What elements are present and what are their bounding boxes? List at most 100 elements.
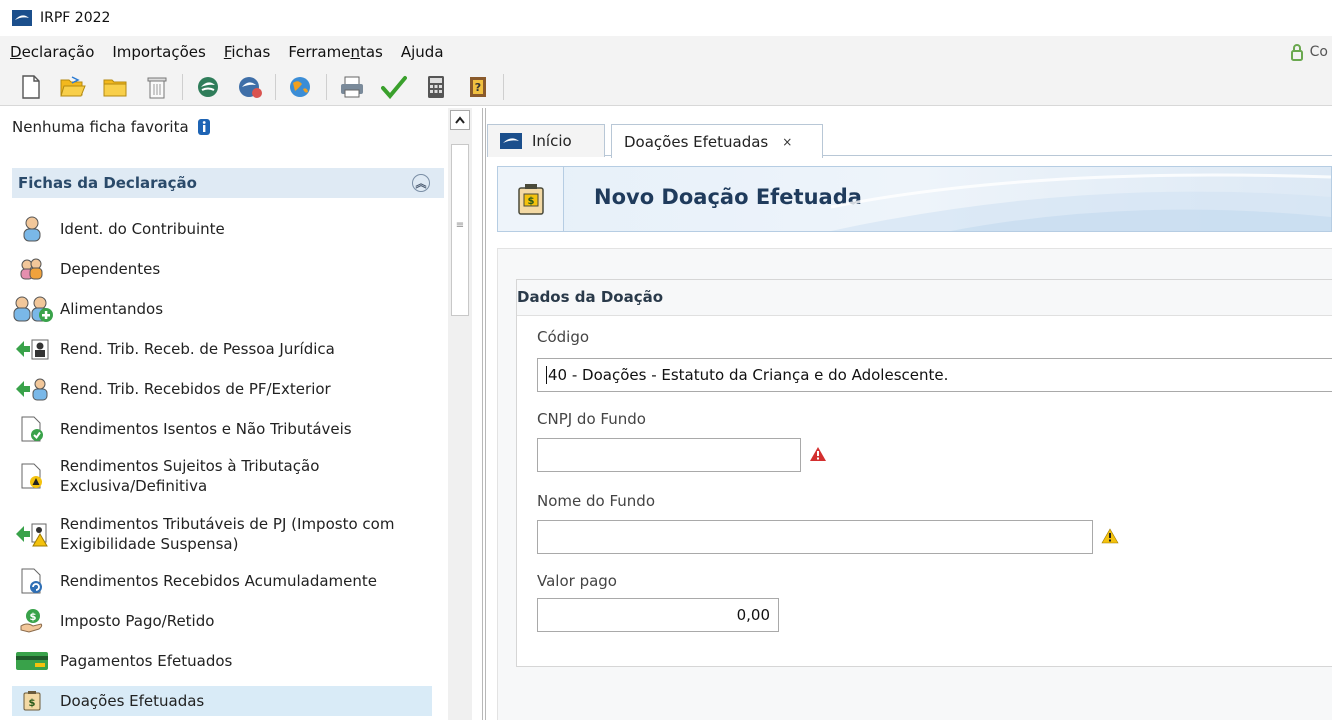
- chevron-up-icon: [455, 116, 465, 124]
- exclusive-income-icon: [12, 462, 52, 490]
- toolbar: ?: [0, 68, 1332, 106]
- codigo-label: Código: [537, 328, 590, 346]
- sidebar-item-rend-suspensa[interactable]: Rendimentos Tributáveis de PJ (Imposto c…: [12, 512, 432, 556]
- help-button[interactable]: ?: [461, 70, 495, 104]
- warning-icon[interactable]: [1101, 528, 1119, 544]
- calculator-icon: [428, 75, 444, 98]
- new-button[interactable]: [14, 70, 48, 104]
- tab-doacoes[interactable]: Doações Efetuadas ×: [611, 124, 823, 158]
- folder-button[interactable]: [98, 70, 132, 104]
- window-title: IRPF 2022: [40, 10, 111, 26]
- valor-label: Valor pago: [537, 572, 617, 590]
- close-icon[interactable]: ×: [782, 135, 792, 149]
- form-box: Dados da Doação Código 40 - Doações - Es…: [516, 279, 1332, 667]
- text-cursor: [546, 366, 547, 384]
- help-book-icon: ?: [470, 76, 486, 97]
- tab-inicio[interactable]: Início: [487, 124, 605, 157]
- alimentandos-icon: [12, 295, 60, 323]
- sidebar-item-ident-contribuinte[interactable]: Ident. do Contribuinte: [12, 214, 432, 244]
- sidebar-item-label: Imposto Pago/Retido: [60, 612, 215, 630]
- favorites-label: Nenhuma ficha favorita: [12, 118, 189, 136]
- sidebar-item-alimentandos[interactable]: Alimentandos: [12, 294, 432, 324]
- banner-title: Novo Doação Efetuada: [594, 185, 862, 209]
- calculator-button[interactable]: [419, 70, 453, 104]
- codigo-value: 40 - Doações - Estatuto da Criança e do …: [548, 366, 949, 384]
- sidebar-item-rend-pj[interactable]: Rend. Trib. Receb. de Pessoa Jurídica: [12, 334, 432, 364]
- toolbar-separator: [326, 73, 327, 100]
- sidebar-item-imposto-pago[interactable]: $ Imposto Pago/Retido: [12, 606, 432, 636]
- tab-label: Início: [532, 132, 572, 150]
- sidebar-item-rend-pf[interactable]: Rend. Trib. Recebidos de PF/Exterior: [12, 374, 432, 404]
- toolbar-separator: [182, 73, 183, 100]
- menu-declaracao[interactable]: Declaração: [10, 43, 94, 61]
- transmit-icon: [198, 76, 218, 97]
- print-button[interactable]: [335, 70, 369, 104]
- sidebar-item-label: Ident. do Contribuinte: [60, 220, 225, 238]
- toolbar-separator: [275, 73, 276, 100]
- svg-text:$: $: [527, 196, 534, 207]
- donation-icon: $: [498, 167, 564, 231]
- print-icon: [341, 76, 363, 97]
- banner-swoosh-decoration: [831, 173, 1331, 231]
- sidebar-item-label: Rend. Trib. Recebidos de PF/Exterior: [60, 380, 331, 398]
- codigo-field[interactable]: 40 - Doações - Estatuto da Criança e do …: [537, 358, 1332, 392]
- verify-button[interactable]: [377, 70, 411, 104]
- payments-icon: [12, 647, 52, 675]
- sidebar-item-doacoes[interactable]: $ Doações Efetuadas: [12, 686, 432, 716]
- sidebar-item-dependentes[interactable]: Dependentes: [12, 254, 432, 284]
- receipt-button[interactable]: [233, 70, 267, 104]
- collapse-icon[interactable]: ︽: [412, 174, 430, 192]
- sidebar-scrollbar[interactable]: ≡: [448, 108, 472, 720]
- form-area: Dados da Doação Código 40 - Doações - Es…: [497, 248, 1332, 720]
- transmit-button[interactable]: [191, 70, 225, 104]
- menu-ferramentas[interactable]: Ferramentas: [288, 43, 383, 61]
- trash-icon: [147, 77, 167, 98]
- menu-ajuda[interactable]: Ajuda: [401, 43, 444, 61]
- cnpj-label: CNPJ do Fundo: [537, 410, 646, 428]
- sidebar-item-rend-acumulados[interactable]: Rendimentos Recebidos Acumuladamente: [12, 566, 432, 596]
- dependents-icon: [12, 255, 52, 283]
- form-banner: $ Novo Doação Efetuada: [497, 166, 1332, 232]
- person-icon: [12, 215, 52, 243]
- lock-icon: [1290, 44, 1303, 61]
- menu-bar: Declaração Importações Fichas Ferramenta…: [0, 36, 1332, 68]
- sidebar-item-rend-exclusiva[interactable]: Rendimentos Sujeitos à Tributação Exclus…: [12, 454, 432, 498]
- folder-icon: [103, 79, 127, 96]
- sidebar-item-rend-isentos[interactable]: Rendimentos Isentos e Não Tributáveis: [12, 414, 432, 444]
- income-pj-icon: [12, 335, 52, 363]
- suspended-income-icon: [12, 520, 52, 548]
- secure-label: Co: [1309, 44, 1328, 60]
- section-header-fichas[interactable]: Fichas da Declaração ︽: [12, 168, 444, 198]
- title-bar: IRPF 2022: [0, 0, 1332, 36]
- secure-indicator[interactable]: Co: [1290, 36, 1332, 68]
- info-icon[interactable]: [197, 118, 211, 136]
- tab-label: Doações Efetuadas: [624, 132, 769, 151]
- svg-text:$: $: [30, 612, 37, 623]
- svg-text:$: $: [29, 698, 36, 709]
- nome-input[interactable]: [537, 520, 1093, 554]
- svg-text:?: ?: [475, 81, 481, 94]
- menu-fichas[interactable]: Fichas: [224, 43, 270, 61]
- cnpj-input[interactable]: [537, 438, 801, 472]
- sidebar-item-label: Rendimentos Isentos e Não Tributáveis: [60, 420, 352, 438]
- check-icon: [381, 75, 407, 99]
- menu-importacoes[interactable]: Importações: [112, 43, 205, 61]
- scroll-up-button[interactable]: [450, 110, 470, 130]
- panel-splitter[interactable]: [482, 108, 486, 720]
- internet-button[interactable]: [284, 70, 318, 104]
- exempt-income-icon: [12, 415, 52, 443]
- home-logo-icon: [500, 133, 522, 149]
- receipt-icon: [239, 76, 262, 98]
- error-icon[interactable]: [809, 446, 827, 462]
- globe-icon: [290, 76, 310, 97]
- new-file-icon: [22, 74, 40, 99]
- valor-input[interactable]: 0,00: [537, 598, 779, 632]
- open-button[interactable]: [56, 70, 90, 104]
- sidebar-item-label: Pagamentos Efetuados: [60, 652, 233, 670]
- delete-button[interactable]: [140, 70, 174, 104]
- tab-bar: Início Doações Efetuadas ×: [487, 108, 1332, 158]
- accumulated-income-icon: [12, 567, 52, 595]
- tax-paid-icon: $: [12, 607, 52, 635]
- sidebar-item-pagamentos[interactable]: Pagamentos Efetuados: [12, 646, 432, 676]
- favorites-area: Nenhuma ficha favorita: [12, 118, 211, 136]
